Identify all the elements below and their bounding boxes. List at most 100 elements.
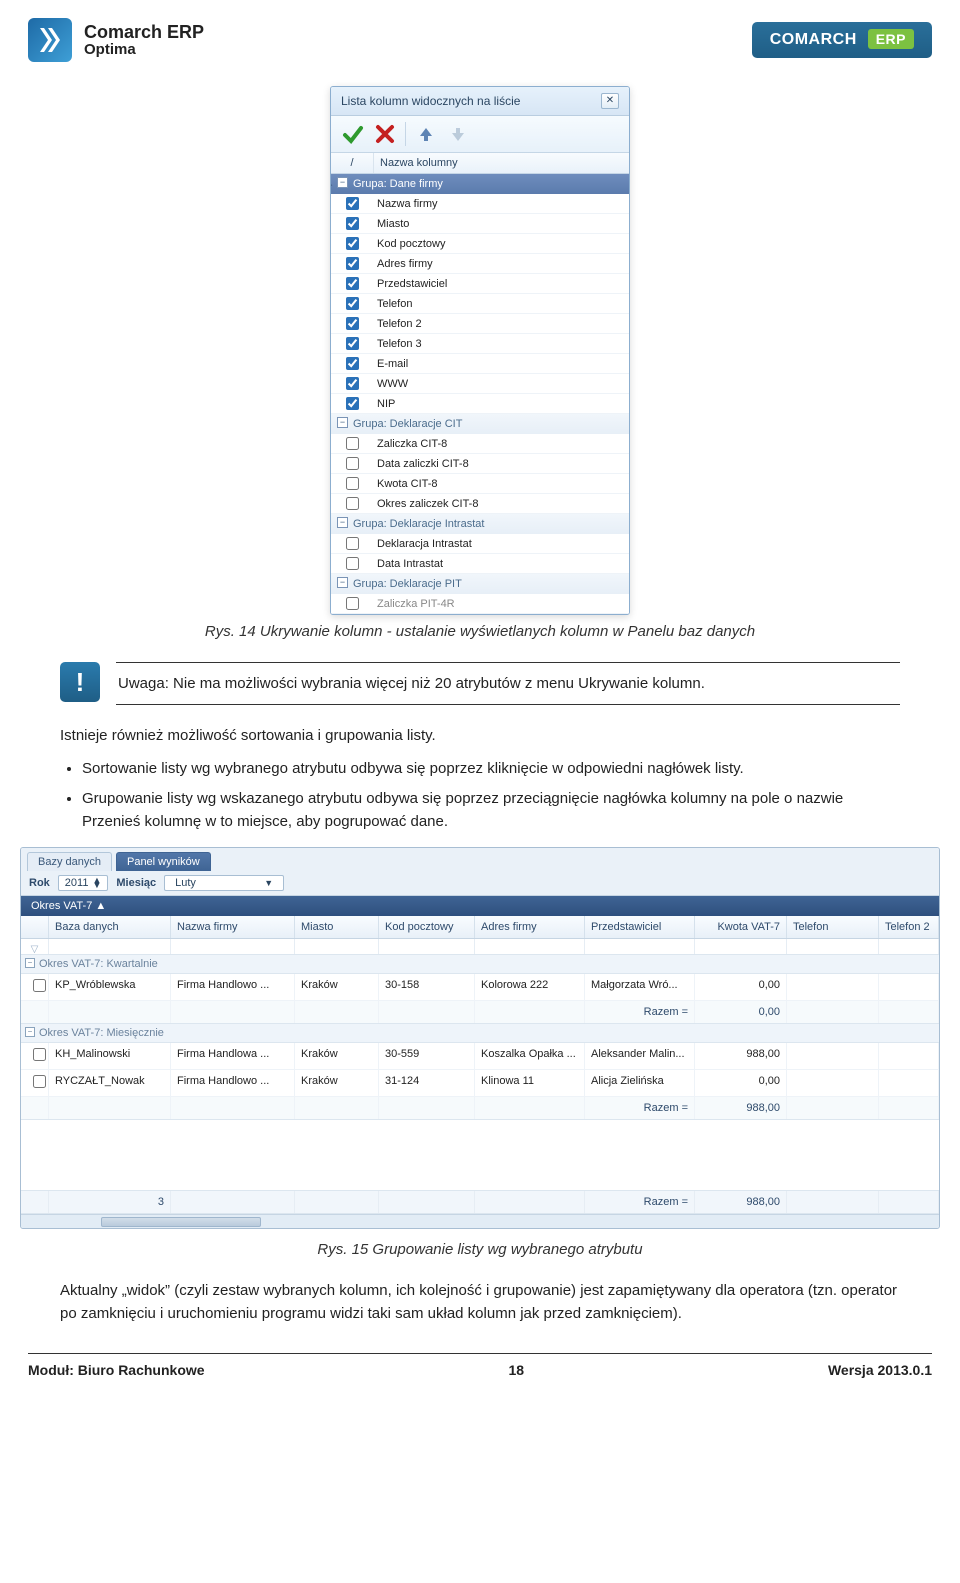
collapse-toggle-icon[interactable]: −: [337, 177, 348, 188]
col-tel[interactable]: Telefon: [787, 916, 879, 938]
column-label: Przedstawiciel: [373, 278, 629, 290]
confirm-icon[interactable]: [341, 122, 365, 146]
column-checkbox[interactable]: [346, 537, 359, 550]
horizontal-scrollbar[interactable]: [21, 1214, 939, 1228]
col-adres[interactable]: Adres firmy: [475, 916, 585, 938]
month-combo[interactable]: Luty ▼: [164, 875, 284, 891]
column-item[interactable]: Przedstawiciel: [331, 274, 629, 294]
column-item[interactable]: Kwota CIT-8: [331, 474, 629, 494]
cell-af: Koszalka Opałka ...: [475, 1043, 585, 1069]
grid-filter-row[interactable]: ▽: [21, 939, 939, 955]
col-baza[interactable]: Baza danych: [49, 916, 171, 938]
row-checkbox[interactable]: [33, 1048, 46, 1061]
row-checkbox[interactable]: [33, 1075, 46, 1088]
column-item[interactable]: Nazwa firmy: [331, 194, 629, 214]
column-item[interactable]: Telefon 2: [331, 314, 629, 334]
column-checkbox[interactable]: [346, 217, 359, 230]
table-row[interactable]: KP_WróblewskaFirma Handlowo ...Kraków30-…: [21, 974, 939, 1001]
close-icon[interactable]: ✕: [601, 93, 619, 109]
col-select[interactable]: [21, 916, 49, 938]
column-item[interactable]: Miasto: [331, 214, 629, 234]
cancel-icon[interactable]: [373, 122, 397, 146]
column-group[interactable]: −Grupa: Deklaracje Intrastat: [331, 514, 629, 534]
column-checkbox[interactable]: [346, 597, 359, 610]
sum-label: Razem =: [585, 1097, 695, 1119]
column-item[interactable]: Zaliczka CIT-8: [331, 434, 629, 454]
tab-databases[interactable]: Bazy danych: [27, 852, 112, 871]
grouping-bar[interactable]: Okres VAT-7 ▲: [21, 896, 939, 916]
column-item[interactable]: NIP: [331, 394, 629, 414]
column-item[interactable]: Adres firmy: [331, 254, 629, 274]
brand-left: Comarch ERP Optima: [28, 18, 204, 62]
list-header-slash[interactable]: /: [331, 153, 373, 173]
col-nazwa[interactable]: Nazwa firmy: [171, 916, 295, 938]
collapse-toggle-icon[interactable]: −: [337, 417, 348, 428]
column-checkbox[interactable]: [346, 337, 359, 350]
move-up-icon[interactable]: [414, 122, 438, 146]
collapse-toggle-icon[interactable]: −: [337, 577, 348, 588]
col-kwota[interactable]: Kwota VAT-7: [695, 916, 787, 938]
column-checkbox[interactable]: [346, 297, 359, 310]
column-label: Telefon: [373, 298, 629, 310]
column-item[interactable]: Data zaliczki CIT-8: [331, 454, 629, 474]
grid-subgroup[interactable]: −Okres VAT-7: Miesięcznie: [21, 1024, 939, 1043]
column-label: Okres zaliczek CIT-8: [373, 498, 629, 510]
column-label: Data Intrastat: [373, 558, 629, 570]
grid-subgroup[interactable]: −Okres VAT-7: Kwartalnie: [21, 955, 939, 974]
column-checkbox[interactable]: [346, 437, 359, 450]
column-checkbox[interactable]: [346, 497, 359, 510]
collapse-toggle-icon[interactable]: −: [25, 1027, 35, 1037]
bullet-group: Grupowanie listy wg wskazanego atrybutu …: [82, 788, 900, 833]
dialog-titlebar[interactable]: Lista kolumn widocznych na liście ✕: [331, 87, 629, 116]
col-przed[interactable]: Przedstawiciel: [585, 916, 695, 938]
collapse-toggle-icon[interactable]: −: [25, 958, 35, 968]
column-checkbox[interactable]: [346, 197, 359, 210]
col-kod[interactable]: Kod pocztowy: [379, 916, 475, 938]
column-checkbox[interactable]: [346, 237, 359, 250]
column-item[interactable]: E-mail: [331, 354, 629, 374]
table-row[interactable]: RYCZAŁT_NowakFirma Handlowo ...Kraków31-…: [21, 1070, 939, 1097]
column-checkbox[interactable]: [346, 317, 359, 330]
column-group[interactable]: −Grupa: Deklaracje CIT: [331, 414, 629, 434]
row-checkbox[interactable]: [33, 979, 46, 992]
scrollbar-thumb[interactable]: [101, 1217, 261, 1227]
sum-label: Razem =: [585, 1001, 695, 1023]
badge-text: COMARCH: [770, 31, 857, 48]
column-item[interactable]: Zaliczka PIT-4R: [331, 594, 629, 614]
column-item[interactable]: Telefon 3: [331, 334, 629, 354]
cell-pr: Aleksander Malin...: [585, 1043, 695, 1069]
column-checkbox[interactable]: [346, 457, 359, 470]
column-checkbox[interactable]: [346, 277, 359, 290]
column-checkbox[interactable]: [346, 397, 359, 410]
move-down-icon[interactable]: [446, 122, 470, 146]
table-row[interactable]: KH_MalinowskiFirma Handlowa ...Kraków30-…: [21, 1043, 939, 1070]
column-label: Nazwa firmy: [373, 198, 629, 210]
column-group[interactable]: ▶−Grupa: Dane firmy: [331, 174, 629, 194]
column-checkbox[interactable]: [346, 357, 359, 370]
column-item[interactable]: WWW: [331, 374, 629, 394]
column-checkbox[interactable]: [346, 377, 359, 390]
footer-sum-label: Razem =: [585, 1191, 695, 1213]
cell-db: KH_Malinowski: [49, 1043, 171, 1069]
col-miasto[interactable]: Miasto: [295, 916, 379, 938]
column-item[interactable]: Telefon: [331, 294, 629, 314]
col-tel2[interactable]: Telefon 2: [879, 916, 939, 938]
column-item[interactable]: Kod pocztowy: [331, 234, 629, 254]
cell-db: KP_Wróblewska: [49, 974, 171, 1000]
results-panel: Bazy danych Panel wyników Rok 2011 ▲▼ Mi…: [20, 847, 940, 1229]
column-item[interactable]: Okres zaliczek CIT-8: [331, 494, 629, 514]
column-label: Zaliczka CIT-8: [373, 438, 629, 450]
column-checkbox[interactable]: [346, 557, 359, 570]
dialog-body[interactable]: ▶−Grupa: Dane firmy Nazwa firmy MiastoKod …: [331, 174, 629, 614]
column-item[interactable]: Deklaracja Intrastat: [331, 534, 629, 554]
column-label: E-mail: [373, 358, 629, 370]
column-checkbox[interactable]: [346, 477, 359, 490]
year-spinner[interactable]: 2011 ▲▼: [58, 875, 109, 891]
column-group[interactable]: −Grupa: Deklaracje PIT: [331, 574, 629, 594]
list-header-name[interactable]: Nazwa kolumny: [373, 153, 629, 173]
collapse-toggle-icon[interactable]: −: [337, 517, 348, 528]
tab-results[interactable]: Panel wyników: [116, 852, 211, 871]
column-item[interactable]: Data Intrastat: [331, 554, 629, 574]
column-checkbox[interactable]: [346, 257, 359, 270]
dialog-title-text: Lista kolumn widocznych na liście: [341, 94, 520, 108]
